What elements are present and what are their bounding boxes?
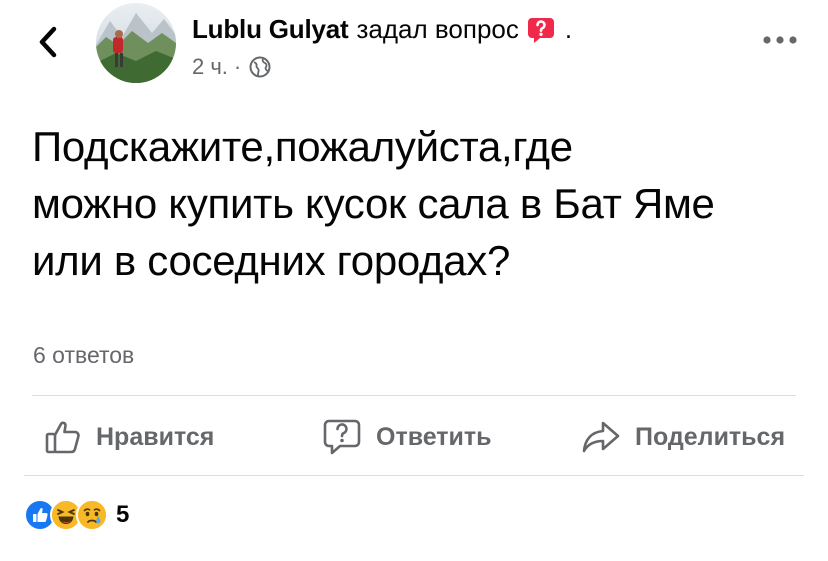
author-name[interactable]: Lublu Gulyat bbox=[192, 14, 349, 45]
question-badge-icon bbox=[527, 16, 555, 44]
globe-icon bbox=[249, 56, 271, 78]
post-meta: 2 ч. · bbox=[192, 54, 271, 80]
more-options-button[interactable] bbox=[760, 26, 800, 54]
post-header: Lublu Gulyat задал вопрос . bbox=[192, 14, 572, 45]
post-text-line: можно купить кусок сала в Бат Яме bbox=[32, 180, 715, 227]
back-button[interactable] bbox=[28, 22, 68, 62]
reply-label: Ответить bbox=[376, 422, 492, 451]
avatar-image bbox=[96, 3, 176, 83]
meta-separator: · bbox=[233, 54, 242, 79]
question-bubble-icon bbox=[322, 418, 362, 456]
divider bbox=[32, 395, 796, 396]
like-label: Нравится bbox=[96, 422, 215, 451]
reply-button[interactable]: Ответить bbox=[322, 415, 492, 459]
thumbs-up-icon bbox=[44, 418, 82, 456]
avatar[interactable] bbox=[96, 3, 176, 83]
post-text-line: или в соседних городах? bbox=[32, 237, 511, 284]
more-dots-icon bbox=[763, 36, 797, 44]
header-trailing-dot: . bbox=[564, 14, 573, 44]
like-button[interactable]: Нравится bbox=[44, 415, 214, 459]
sad-reaction-icon bbox=[76, 499, 108, 531]
post-text: Подскажите,пожалуйста,где можно купить к… bbox=[32, 118, 812, 289]
share-button[interactable]: Поделиться bbox=[581, 415, 785, 459]
question-post-page: Lublu Gulyat задал вопрос . 2 ч. · Подск… bbox=[0, 0, 828, 561]
chevron-left-icon bbox=[39, 26, 57, 58]
reaction-count: 5 bbox=[116, 501, 130, 528]
post-time[interactable]: 2 ч. bbox=[192, 54, 228, 80]
post-text-line: Подскажите,пожалуйста,где bbox=[32, 123, 573, 170]
share-arrow-icon bbox=[581, 419, 621, 455]
reactions-summary[interactable]: 5 bbox=[24, 499, 129, 531]
answers-count[interactable]: 6 ответов bbox=[33, 342, 134, 369]
share-label: Поделиться bbox=[635, 422, 786, 451]
post-action-text: задал вопрос bbox=[356, 14, 519, 44]
divider bbox=[24, 475, 804, 476]
